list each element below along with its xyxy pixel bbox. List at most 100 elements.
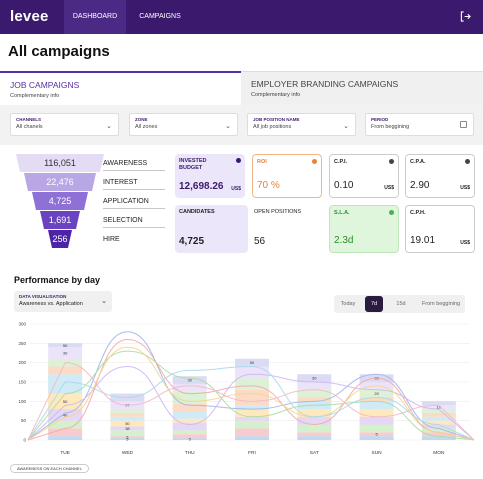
bar-segment (172, 434, 207, 439)
job-position-label: JOB POSITION NAME (253, 117, 300, 122)
kpi-sla-value: 2.3d (334, 235, 354, 246)
job-position-select[interactable]: JOB POSITION NAME All job positions ⌄ (247, 113, 356, 136)
bar-segment (359, 416, 394, 425)
period-7d[interactable]: 7d (365, 296, 383, 312)
info-icon[interactable] (389, 210, 394, 215)
chevron-down-icon: ⌄ (101, 298, 107, 305)
bar-segment (172, 403, 207, 411)
period-15d[interactable]: 15d (391, 295, 411, 313)
tab-employer-branding[interactable]: EMPLOYER BRANDING CAMPAIGNS Complementar… (241, 71, 483, 105)
funnel-hire-label: HIRE (103, 236, 120, 243)
x-tick-label: TUE (60, 450, 70, 456)
funnel-selection-label: SELECTION (103, 213, 165, 228)
bar-segment (235, 366, 269, 379)
kpi-cpa-title: C.P.A. (410, 159, 426, 165)
bar-segment (297, 416, 332, 425)
top-navigation-bar: levee DASHBOARD CAMPAIGNS (0, 0, 483, 34)
bar-data-label: 20 (374, 391, 379, 396)
bar-data-label: 30 (63, 351, 68, 356)
info-icon[interactable] (236, 158, 241, 163)
chevron-down-icon: ⌄ (225, 123, 231, 130)
bar-segment (110, 430, 145, 437)
funnel-interest-value: 22,476 (46, 177, 74, 187)
page-title: All campaigns (8, 43, 110, 60)
info-icon[interactable] (312, 159, 317, 164)
kpi-roi-value: 70 % (257, 180, 280, 191)
bar-data-label: 38 (125, 426, 130, 431)
zone-select[interactable]: ZONE All zones ⌄ (129, 113, 238, 136)
calendar-icon (460, 121, 467, 128)
bar-segment (359, 436, 394, 440)
chevron-down-icon: ⌄ (106, 123, 112, 130)
period-from-beggining[interactable]: From beggining (418, 295, 464, 313)
y-tick-label: 150 (18, 380, 26, 385)
tab-job-campaigns[interactable]: JOB CAMPAIGNS Complementary info (0, 71, 241, 105)
kpi-positions-title: OPEN POSITIONS (254, 209, 302, 215)
tab-job-sub: Complementary info (10, 93, 60, 99)
logo-text: levee (10, 8, 49, 25)
nav-campaigns[interactable]: CAMPAIGNS (134, 0, 186, 34)
nav-dashboard[interactable]: DASHBOARD (64, 0, 126, 34)
dataviz-value: Awareness vs. Application (19, 301, 83, 307)
kpi-cpi-value: 0.10 (334, 180, 354, 191)
bar-segment (172, 411, 207, 419)
kpi-roi-title: ROI (257, 159, 267, 165)
y-tick-label: 0 (23, 438, 26, 443)
funnel-selection-value: 1,691 (48, 215, 72, 225)
period-toggle: Today 7d 15d From beggining (334, 295, 465, 313)
bar-segment (297, 432, 332, 437)
bar-segment (110, 409, 145, 413)
kpi-cph-unit: US$ (460, 240, 470, 246)
funnel-awareness-value: 116,051 (44, 158, 76, 168)
kpi-cph: C.P.H. 19.01 US$ (405, 205, 475, 253)
zone-label: ZONE (135, 117, 148, 122)
bar-segment (48, 366, 83, 375)
performance-title: Performance by day (14, 275, 101, 285)
period-today[interactable]: Today (336, 295, 360, 313)
y-tick-label: 100 (18, 399, 26, 404)
tab-employer-sub: Complementary info (251, 92, 301, 98)
y-tick-label: 50 (21, 418, 27, 423)
channels-select[interactable]: CHANNELS All chanels ⌄ (10, 113, 119, 136)
x-tick-label: SUN (372, 450, 383, 456)
bar-segment (421, 436, 456, 440)
kpi-open-positions: OPEN POSITIONS 56 (250, 205, 323, 253)
kpi-cph-title: C.P.H. (410, 210, 426, 216)
bar-segment (359, 401, 394, 410)
bar-segment (48, 436, 83, 440)
kpi-candidates-value: 4,725 (179, 236, 205, 247)
kpi-cph-value: 19.01 (410, 235, 436, 246)
chevron-down-icon: ⌄ (343, 123, 349, 130)
funnel-awareness-label: AWARENESS (103, 156, 165, 171)
kpi-invested-unit: US$ (231, 186, 241, 192)
job-position-value: All job positions (253, 124, 292, 130)
kpi-cpi-title: C.P.I. (334, 159, 348, 165)
bar-data-label: 50 (63, 343, 68, 348)
funnel-application-value: 4,725 (48, 196, 72, 206)
bar-segment (235, 389, 269, 406)
data-visualisation-select[interactable]: DATA VISUALISATION Awareness vs. Applica… (14, 291, 112, 312)
bar-segment (235, 420, 269, 429)
bar-segment (359, 424, 394, 433)
funnel-interest-label: INTEREST (103, 175, 165, 190)
kpi-cpa: C.P.A. 2.90 US$ (405, 154, 475, 198)
period-select[interactable]: PERIOD From beggining (365, 113, 474, 136)
period-value: From beggining (371, 124, 410, 130)
bar-segment (297, 436, 332, 440)
kpi-sla-title: S.L.A. (334, 210, 350, 216)
info-icon[interactable] (465, 159, 470, 164)
bar-segment (235, 436, 269, 440)
levee-logo[interactable]: levee (10, 8, 49, 25)
y-tick-label: 300 (18, 322, 26, 327)
legend-awareness-channel[interactable]: AWARENESS ON EACH CHANNEL (10, 464, 89, 473)
x-tick-label: THU (185, 450, 195, 456)
kpi-invested-title: INVESTED BUDGET (179, 158, 207, 171)
logout-icon[interactable] (460, 11, 471, 22)
kpi-invested-value: 12,698.26 (179, 181, 224, 192)
kpi-cpi: C.P.I. 0.10 US$ (329, 154, 399, 198)
kpi-cpi-unit: US$ (384, 185, 394, 191)
bar-segment (421, 412, 456, 417)
bar-segment (235, 428, 269, 437)
x-tick-label: MON (433, 450, 445, 456)
info-icon[interactable] (389, 159, 394, 164)
